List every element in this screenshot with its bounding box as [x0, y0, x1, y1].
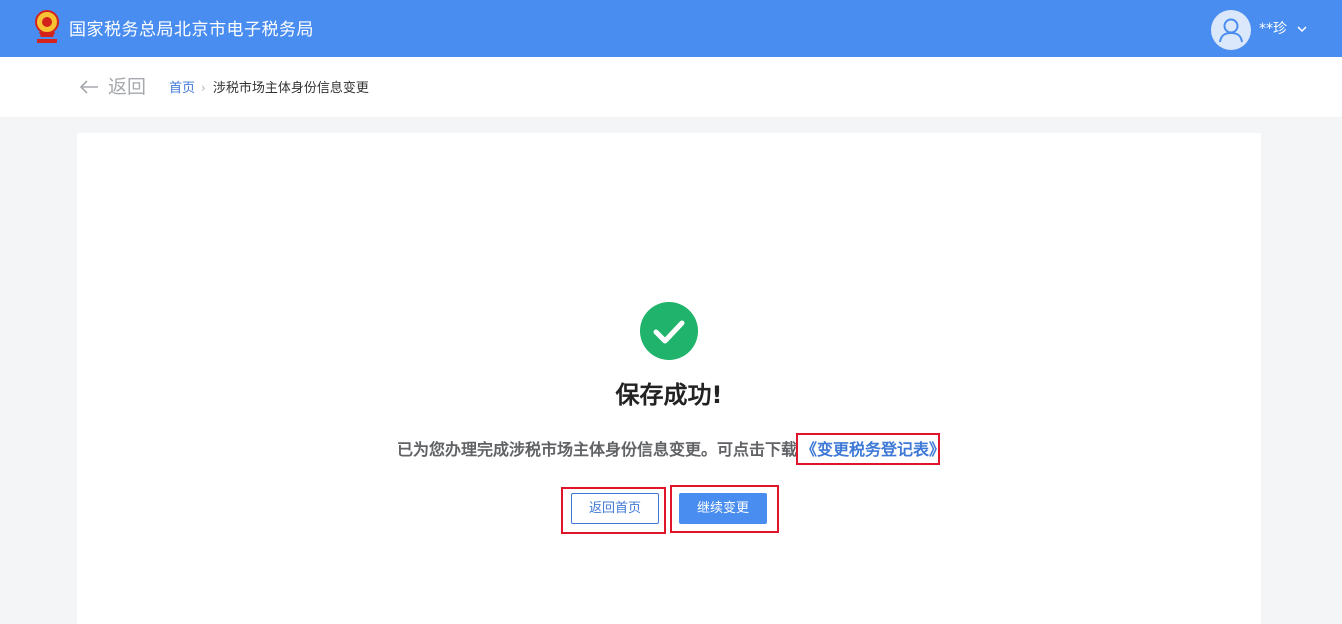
- breadcrumb-current: 涉税市场主体身份信息变更: [212, 81, 369, 96]
- continue-change-button[interactable]: 继续变更: [679, 493, 767, 524]
- navigation-bar: 返回 首页 › 涉税市场主体身份信息变更: [0, 57, 1342, 117]
- breadcrumb: 首页 › 涉税市场主体身份信息变更: [169, 79, 369, 98]
- chevron-down-icon[interactable]: [1296, 24, 1308, 34]
- user-avatar-icon[interactable]: [1211, 10, 1251, 50]
- return-home-button[interactable]: 返回首页: [571, 493, 659, 524]
- arrow-left-icon: [79, 80, 98, 94]
- download-registration-form-link[interactable]: 《变更税务登记表》: [801, 439, 945, 461]
- check-circle-icon: [640, 302, 698, 360]
- username[interactable]: **珍: [1259, 19, 1287, 39]
- success-title: 保存成功!: [615, 381, 723, 409]
- success-message: 已为您办理完成涉税市场主体身份信息变更。可点击下载: [397, 440, 798, 459]
- breadcrumb-home-link[interactable]: 首页: [169, 81, 195, 96]
- breadcrumb-separator: ›: [201, 81, 206, 95]
- tax-emblem-icon[interactable]: [31, 9, 63, 47]
- back-button[interactable]: 返回: [78, 75, 150, 99]
- site-title: 国家税务总局北京市电子税务局: [69, 20, 314, 40]
- top-header: 国家税务总局北京市电子税务局 **珍: [0, 0, 1342, 57]
- back-label: 返回: [108, 76, 147, 98]
